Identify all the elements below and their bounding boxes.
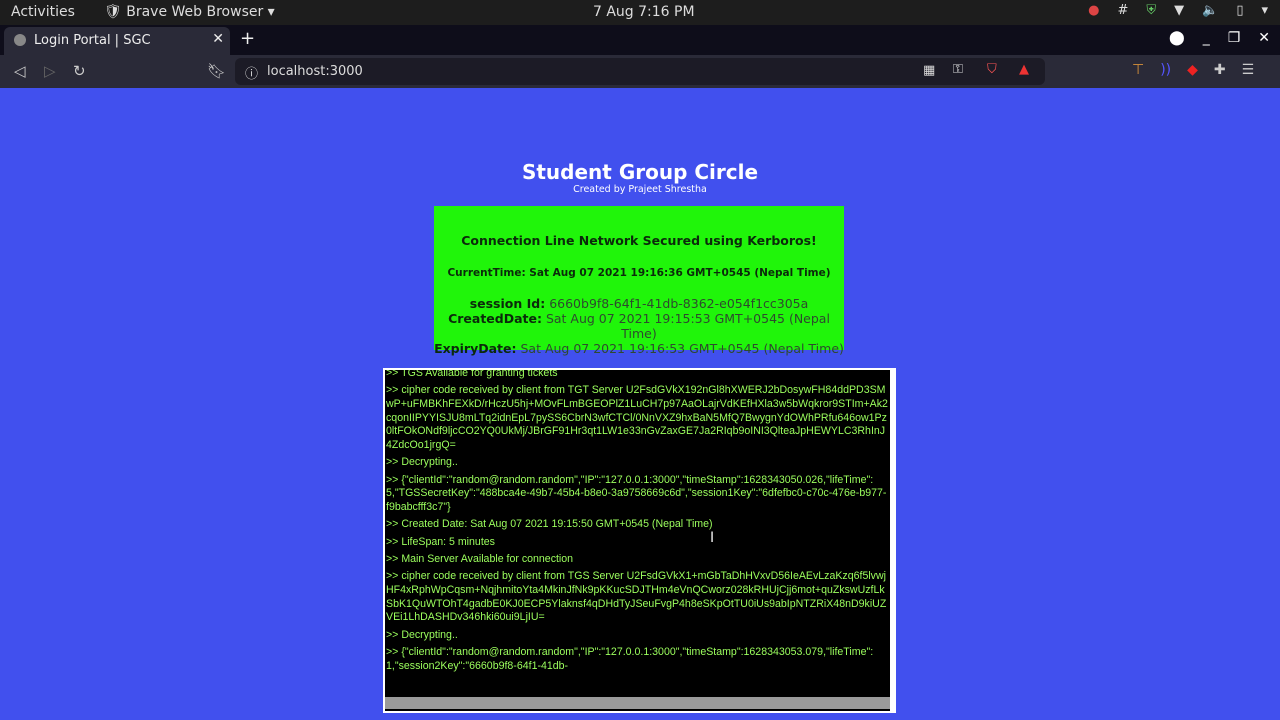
- log-line: >> Created Date: Sat Aug 07 2021 19:15:5…: [386, 518, 713, 531]
- key-icon[interactable]: ⚿: [953, 62, 963, 77]
- wifi-icon: ▼: [1174, 3, 1185, 18]
- info-icon[interactable]: ⓘ: [245, 63, 258, 82]
- label: session Id:: [469, 296, 546, 311]
- globe-icon: [14, 34, 26, 46]
- log-line: >> Decrypting..: [386, 456, 458, 469]
- app-menu[interactable]: 🛡 Brave Web Browser ▾: [104, 4, 275, 20]
- tab-bar: Login Portal | SGC ✕ + ⬤ _ ❐ ✕: [0, 25, 1280, 55]
- tab-title: Login Portal | SGC: [34, 33, 151, 48]
- log-line: >> LifeSpan: 5 minutes: [386, 535, 495, 548]
- current-time: CurrentTime: Sat Aug 07 2021 19:16:36 GM…: [447, 267, 831, 279]
- value: Sat Aug 07 2021 19:16:53 GMT+0545 (Nepal…: [516, 341, 844, 356]
- nav-bar: ◁ ▷ ↻ 🔖︎ ⓘ localhost:3000 ▦ ⚿ ⛉ ▲ ⊤ )) ◆…: [0, 55, 1280, 88]
- extension-icon[interactable]: ⊤: [1132, 62, 1144, 78]
- activities-button[interactable]: Activities: [11, 4, 75, 20]
- log-line: >> cipher code received by client from T…: [386, 384, 888, 452]
- log-console[interactable]: >> TGS Available for granting tickets >>…: [383, 368, 896, 713]
- forward-icon[interactable]: ▷: [44, 62, 56, 80]
- value: 6660b9f8-64f1-41db-8362-e054f1cc305a: [545, 296, 809, 311]
- log-line: >> {"clientId":"random@random.random","I…: [386, 473, 887, 514]
- brave-rewards-icon[interactable]: ▲: [1019, 62, 1029, 77]
- log-line: >> Decrypting..: [386, 628, 458, 641]
- page-title: Student Group Circle: [521, 160, 759, 184]
- chevron-down-icon: ▾: [1261, 3, 1268, 18]
- system-tray[interactable]: ● # ⛨ ▼ 🔈 ▯ ▾: [1088, 3, 1268, 18]
- created-date-row: CreatedDate: Sat Aug 07 2021 19:15:53 GM…: [434, 311, 844, 341]
- card-heading: Connection Line Network Secured using Ke…: [461, 233, 817, 248]
- session-card: Connection Line Network Secured using Ke…: [434, 206, 844, 356]
- app-name: Brave Web Browser: [126, 4, 264, 20]
- battery-icon: ▯: [1236, 3, 1244, 18]
- bookmark-icon[interactable]: 🔖︎: [207, 62, 226, 80]
- log-line: >> cipher code received by client from T…: [386, 570, 887, 624]
- close-window-icon[interactable]: ✕: [1258, 30, 1270, 46]
- puzzle-icon[interactable]: ✚: [1214, 62, 1226, 78]
- clock[interactable]: 7 Aug 7:16 PM: [593, 4, 695, 20]
- os-top-bar: Activities 🛡 Brave Web Browser ▾ 7 Aug 7…: [0, 0, 1280, 25]
- reload-icon[interactable]: ↻: [73, 62, 86, 80]
- url-text: localhost:3000: [267, 64, 363, 79]
- qr-icon[interactable]: ▦: [923, 63, 935, 78]
- log-line: >> Main Server Available for connection: [386, 553, 574, 565]
- camera-icon: ●: [1088, 3, 1100, 18]
- expiry-date-row: ExpiryDate: Sat Aug 07 2021 19:16:53 GMT…: [434, 341, 844, 356]
- text-cursor-icon: I: [710, 530, 715, 546]
- extension-icon[interactable]: ◆: [1187, 62, 1198, 78]
- extension-icon[interactable]: )): [1160, 62, 1171, 78]
- tab-search-icon[interactable]: ⬤: [1169, 30, 1185, 46]
- horizontal-scrollbar[interactable]: [385, 697, 890, 709]
- session-id-row: session Id: 6660b9f8-64f1-41db-8362-e054…: [434, 296, 844, 311]
- restore-icon[interactable]: ❐: [1228, 30, 1241, 46]
- value: Sat Aug 07 2021 19:15:53 GMT+0545 (Nepal…: [541, 311, 830, 341]
- label: ExpiryDate:: [434, 341, 517, 356]
- label: CreatedDate:: [448, 311, 542, 326]
- volume-icon: 🔈: [1202, 3, 1219, 18]
- new-tab-button[interactable]: +: [240, 28, 255, 49]
- slack-icon: #: [1117, 3, 1129, 18]
- tab-login-portal[interactable]: Login Portal | SGC ✕: [4, 27, 230, 55]
- shield-icon: ⛨: [1146, 3, 1157, 18]
- close-tab-icon[interactable]: ✕: [212, 31, 224, 47]
- address-bar[interactable]: ⓘ localhost:3000 ▦ ⚿ ⛉ ▲: [235, 58, 1045, 85]
- page-subtitle: Created by Prajeet Shrestha: [573, 184, 707, 195]
- brave-shield-icon[interactable]: ⛉: [987, 62, 997, 77]
- log-line: >> TGS Available for granting tickets: [386, 368, 558, 379]
- menu-icon[interactable]: ☰: [1242, 62, 1255, 78]
- log-line: >> {"clientId":"random@random.random","I…: [386, 646, 874, 672]
- minimize-icon[interactable]: _: [1203, 30, 1210, 46]
- back-icon[interactable]: ◁: [14, 62, 26, 80]
